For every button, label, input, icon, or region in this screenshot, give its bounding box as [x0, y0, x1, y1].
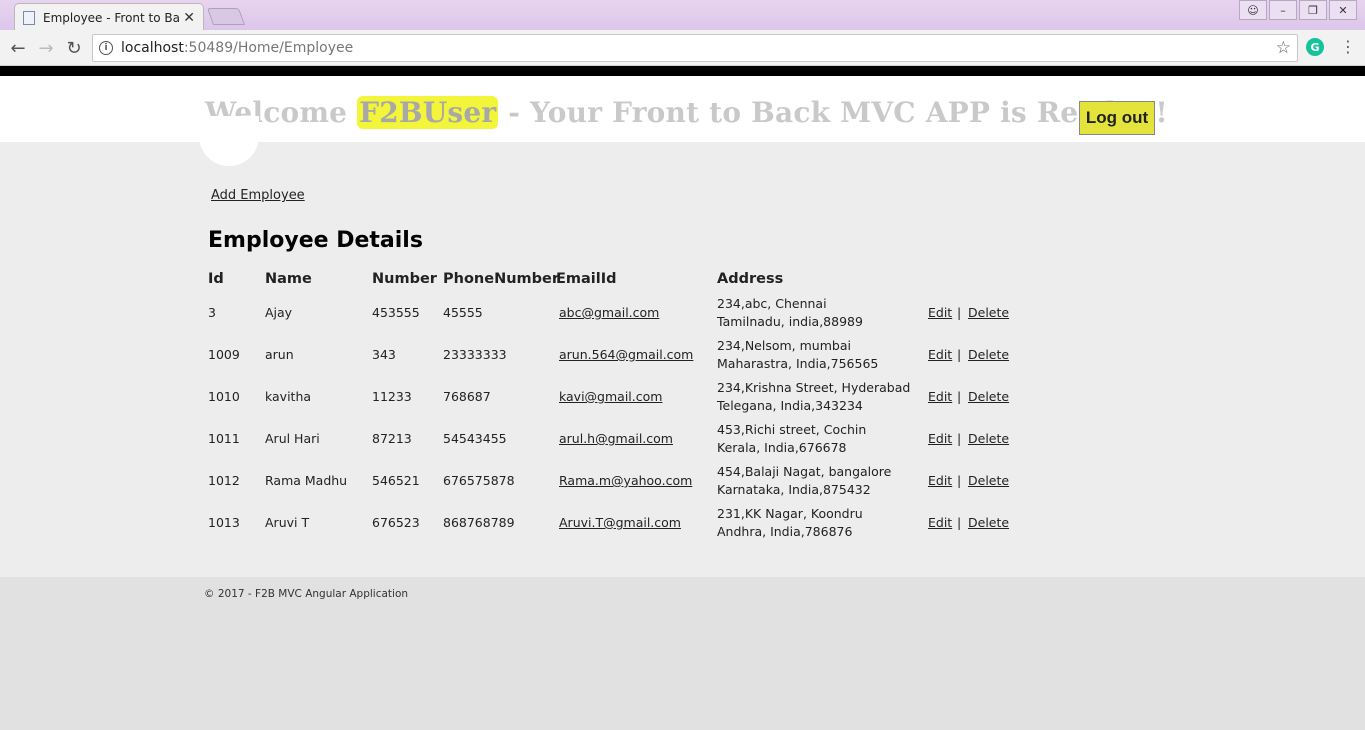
column-header-emailid: EmailId [556, 271, 617, 287]
cell-name: kavitha [265, 389, 312, 404]
cell-address-line1: 454,Balaji Nagat, bangalore [717, 464, 892, 479]
delete-link[interactable]: Delete [968, 347, 1009, 362]
profile-icon[interactable]: ☺ [1239, 0, 1267, 20]
close-tab-icon[interactable]: ✕ [183, 10, 195, 26]
action-separator: | [957, 473, 962, 488]
cell-id: 1010 [208, 389, 240, 404]
cell-phone: 54543455 [443, 431, 507, 446]
cell-address-line1: 234,Nelsom, mumbai [717, 338, 851, 353]
delete-link[interactable]: Delete [968, 473, 1009, 488]
grammarly-extension-icon[interactable]: G [1306, 38, 1324, 56]
cell-id: 3 [208, 305, 216, 320]
edit-link[interactable]: Edit [928, 389, 952, 404]
delete-link[interactable]: Delete [968, 389, 1009, 404]
info-icon[interactable]: i [99, 41, 113, 55]
browser-menu-icon[interactable]: ⋮ [1340, 37, 1356, 56]
cell-number: 87213 [372, 431, 412, 446]
page-footer: © 2017 - F2B MVC Angular Application [0, 577, 1365, 730]
action-separator: | [957, 305, 962, 320]
logo-circle [199, 116, 259, 166]
cell-address-line2: Karnataka, India,875432 [717, 482, 871, 497]
username: F2BUser [357, 96, 499, 129]
window-controls: ☺ – ❐ ✕ [1237, 0, 1357, 20]
cell-phone: 768687 [443, 389, 491, 404]
cell-phone: 676575878 [443, 473, 515, 488]
minimize-button[interactable]: – [1269, 0, 1297, 20]
bookmark-star-icon[interactable]: ☆ [1276, 38, 1291, 58]
forward-arrow-icon[interactable]: → [34, 36, 58, 60]
email-link[interactable]: abc@gmail.com [559, 305, 659, 320]
cell-address-line1: 453,Richi street, Cochin [717, 422, 867, 437]
back-arrow-icon[interactable]: ← [6, 36, 30, 60]
reload-icon[interactable]: ↻ [62, 36, 86, 60]
column-header-address: Address [717, 271, 784, 287]
cell-id: 1011 [208, 431, 240, 446]
cell-number: 676523 [372, 515, 420, 530]
main-content: Add Employee Employee Details Id Name Nu… [0, 116, 1365, 577]
cell-id: 1009 [208, 347, 240, 362]
cell-name: Rama Madhu [265, 473, 348, 488]
email-link[interactable]: arul.h@gmail.com [559, 431, 673, 446]
column-header-number: Number [372, 271, 437, 287]
top-navbar [0, 66, 1365, 76]
delete-link[interactable]: Delete [968, 305, 1009, 320]
edit-link[interactable]: Edit [928, 473, 952, 488]
cell-address-line2: Tamilnadu, india,88989 [717, 314, 863, 329]
cell-id: 1013 [208, 515, 240, 530]
action-separator: | [957, 389, 962, 404]
delete-link[interactable]: Delete [968, 431, 1009, 446]
email-link[interactable]: kavi@gmail.com [559, 389, 662, 404]
cell-phone: 23333333 [443, 347, 507, 362]
edit-link[interactable]: Edit [928, 431, 952, 446]
page-title: Employee Details [208, 228, 423, 253]
address-bar[interactable]: i localhost:50489/Home/Employee ☆ [92, 34, 1298, 62]
logout-button[interactable]: Log out [1079, 101, 1155, 135]
cell-number: 546521 [372, 473, 420, 488]
close-window-button[interactable]: ✕ [1329, 0, 1357, 20]
edit-link[interactable]: Edit [928, 515, 952, 530]
column-header-phonenumber: PhoneNumber [443, 271, 559, 287]
cell-name: arun [265, 347, 294, 362]
cell-address-line2: Andhra, India,786876 [717, 524, 853, 539]
edit-link[interactable]: Edit [928, 347, 952, 362]
cell-phone: 868768789 [443, 515, 515, 530]
cell-phone: 45555 [443, 305, 483, 320]
new-tab-button[interactable] [206, 8, 246, 25]
cell-address-line1: 231,KK Nagar, Koondru [717, 506, 863, 521]
add-employee-link[interactable]: Add Employee [211, 188, 305, 203]
browser-tab[interactable]: Employee - Front to Back ✕ [14, 3, 204, 31]
action-separator: | [957, 515, 962, 530]
cell-number: 11233 [372, 389, 412, 404]
cell-id: 1012 [208, 473, 240, 488]
cell-number: 453555 [372, 305, 420, 320]
url-path: :50489/Home/Employee [183, 40, 354, 56]
cell-number: 343 [372, 347, 396, 362]
email-link[interactable]: Rama.m@yahoo.com [559, 473, 692, 488]
footer-copyright: © 2017 - F2B MVC Angular Application [204, 588, 409, 600]
column-header-id: Id [208, 271, 224, 287]
tab-title: Employee - Front to Back [43, 10, 180, 25]
action-separator: | [957, 431, 962, 446]
cell-address-line2: Maharastra, India,756565 [717, 356, 879, 371]
cell-name: Aruvi T [265, 515, 310, 530]
delete-link[interactable]: Delete [968, 515, 1009, 530]
email-link[interactable]: arun.564@gmail.com [559, 347, 693, 362]
welcome-message: Welcome F2BUser - Your Front to Back MVC… [205, 96, 1168, 129]
cell-name: Arul Hari [265, 431, 320, 446]
cell-address-line2: Kerala, India,676678 [717, 440, 847, 455]
restore-button[interactable]: ❐ [1299, 0, 1327, 20]
cell-address-line1: 234,abc, Chennai [717, 296, 827, 311]
action-separator: | [957, 347, 962, 362]
browser-titlebar: Employee - Front to Back ✕ ☺ – ❐ ✕ [0, 0, 1365, 31]
browser-toolbar: ← → ↻ i localhost:50489/Home/Employee ☆ … [0, 30, 1365, 66]
email-link[interactable]: Aruvi.T@gmail.com [559, 515, 681, 530]
cell-name: Ajay [265, 305, 293, 320]
edit-link[interactable]: Edit [928, 305, 952, 320]
page-icon [23, 10, 35, 25]
url-host: localhost [121, 40, 184, 56]
cell-address-line2: Telegana, India,343234 [717, 398, 863, 413]
cell-address-line1: 234,Krishna Street, Hyderabad [717, 380, 911, 395]
welcome-suffix: - Your Front to Back MVC APP is Ready !! [498, 96, 1168, 129]
column-header-name: Name [265, 271, 312, 287]
